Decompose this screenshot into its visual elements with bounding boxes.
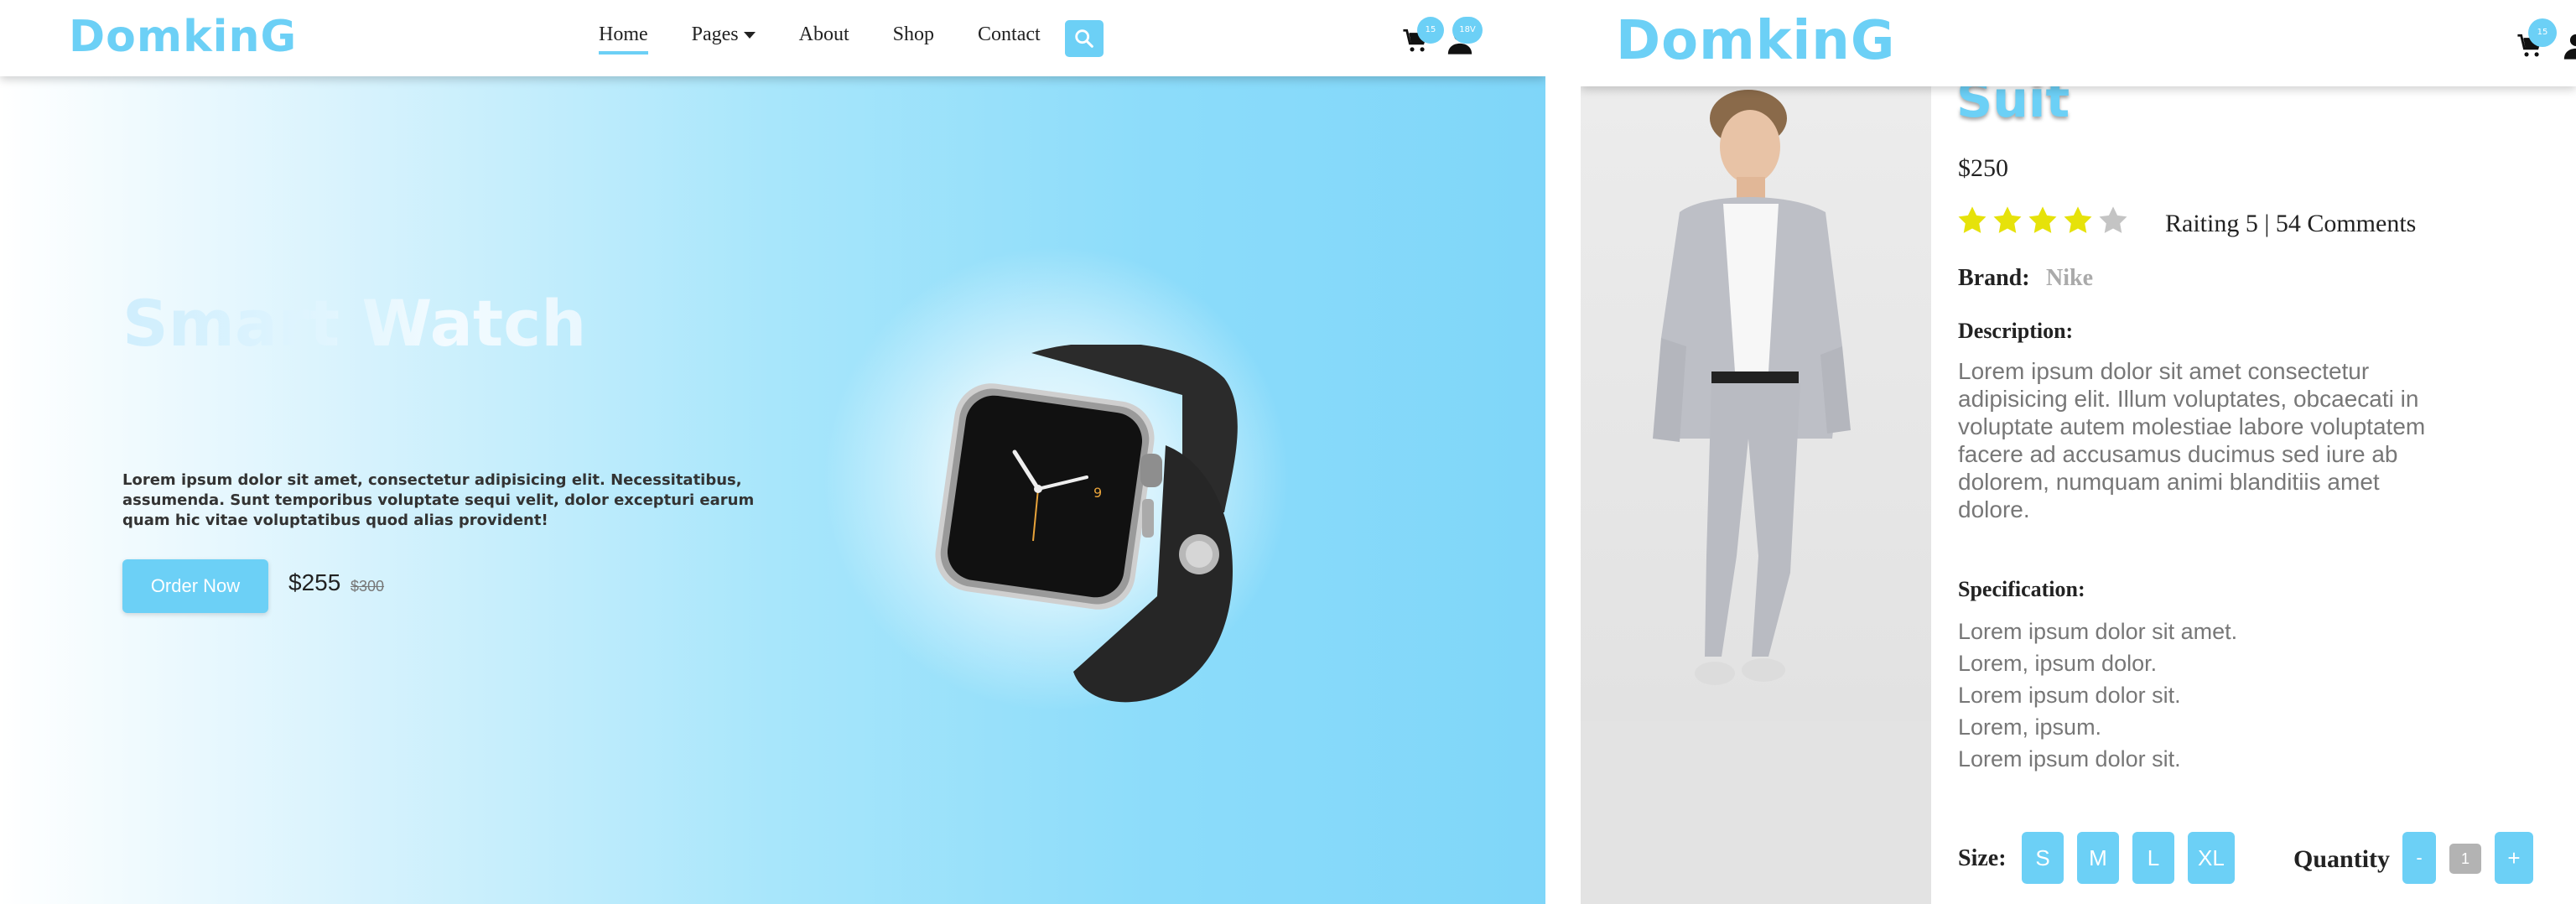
cart-count-badge-right: 15 [2528, 18, 2557, 47]
svg-text:9: 9 [1093, 485, 1102, 501]
main-menu: Home Pages About Shop Contact [599, 23, 1084, 55]
hero-price: $255 [288, 569, 341, 595]
quantity-decrement-button[interactable]: - [2402, 832, 2436, 884]
quantity-value[interactable]: 1 [2449, 844, 2481, 874]
nav-item-pages-label: Pages [691, 23, 739, 45]
star-icon [1993, 206, 2022, 233]
user-badge: 18V [1452, 17, 1483, 44]
description-label: Description: [1958, 319, 2074, 343]
user-icon [2563, 34, 2576, 60]
quantity-increment-button[interactable]: + [2495, 832, 2533, 884]
cart-count-badge: 15 [1417, 17, 1444, 44]
size-m-button[interactable]: M [2077, 832, 2119, 884]
specification-list: Lorem ipsum dolor sit amet. Lorem, ipsum… [1958, 616, 2237, 775]
size-xl-button[interactable]: XL [2188, 832, 2235, 884]
quantity-label: Quantity [2293, 845, 2391, 873]
size-l-button[interactable]: L [2132, 832, 2174, 884]
star-icon [2064, 206, 2092, 233]
description-text: Lorem ipsum dolor sit amet consectetur a… [1958, 358, 2426, 522]
product-image [1581, 86, 1931, 721]
spec-item: Lorem, ipsum dolor. [1958, 651, 2158, 676]
spec-item: Lorem ipsum dolor sit amet. [1958, 619, 2238, 644]
user-button-right[interactable] [2562, 32, 2576, 65]
brand-label: Brand: [1958, 265, 2030, 291]
star-icon [1958, 206, 1987, 233]
product-price: $250 [1958, 154, 2008, 182]
top-navbar: DomkinG Home Pages About Shop Contact 15… [0, 0, 1545, 76]
star-icon [2028, 206, 2057, 233]
hero-title: Smart Watch [122, 286, 587, 361]
top-navbar-right: DomkinG 15 [1581, 0, 2576, 86]
image-backdrop [1581, 721, 1931, 904]
home-page-panel: DomkinG Home Pages About Shop Contact 15… [0, 0, 1545, 904]
nav-item-pages[interactable]: Pages [692, 23, 756, 49]
nav-item-about[interactable]: About [799, 23, 849, 49]
size-options: S M L XL [2022, 832, 2248, 884]
spec-item: Lorem ipsum dolor sit. [1958, 746, 2181, 772]
size-s-button[interactable]: S [2022, 832, 2064, 884]
search-button[interactable] [1065, 20, 1104, 57]
search-icon [1075, 29, 1093, 48]
nav-item-home[interactable]: Home [599, 23, 648, 55]
size-label: Size: [1958, 845, 2007, 871]
smart-watch-image: 9 [935, 345, 1238, 703]
hero-old-price: $300 [351, 578, 385, 595]
rating-stars [1956, 205, 2132, 236]
rating-text: Raiting 5 | 54 Comments [2165, 210, 2417, 237]
site-logo-right[interactable]: DomkinG [1616, 10, 1895, 72]
specification-label: Specification: [1958, 577, 2085, 601]
nav-item-contact[interactable]: Contact [978, 23, 1041, 49]
hero-description: Lorem ipsum dolor sit amet, consectetur … [122, 471, 755, 529]
site-logo[interactable]: DomkinG [69, 12, 297, 62]
spec-item: Lorem, ipsum. [1958, 714, 2102, 740]
star-empty-icon [2099, 206, 2127, 233]
product-detail-panel: Suit DomkinG 15 $250 Raiting 5 | 54 Comm… [1581, 0, 2576, 904]
brand-value: Nike [2046, 265, 2093, 291]
model-in-suit-illustration [1653, 90, 1851, 685]
caret-down-icon [743, 32, 756, 39]
spec-item: Lorem ipsum dolor sit. [1958, 683, 2181, 708]
order-now-button[interactable]: Order Now [122, 559, 268, 613]
hero-section: Smart Watch Lorem ipsum dolor sit amet, … [0, 76, 1545, 904]
nav-item-shop[interactable]: Shop [893, 23, 934, 49]
